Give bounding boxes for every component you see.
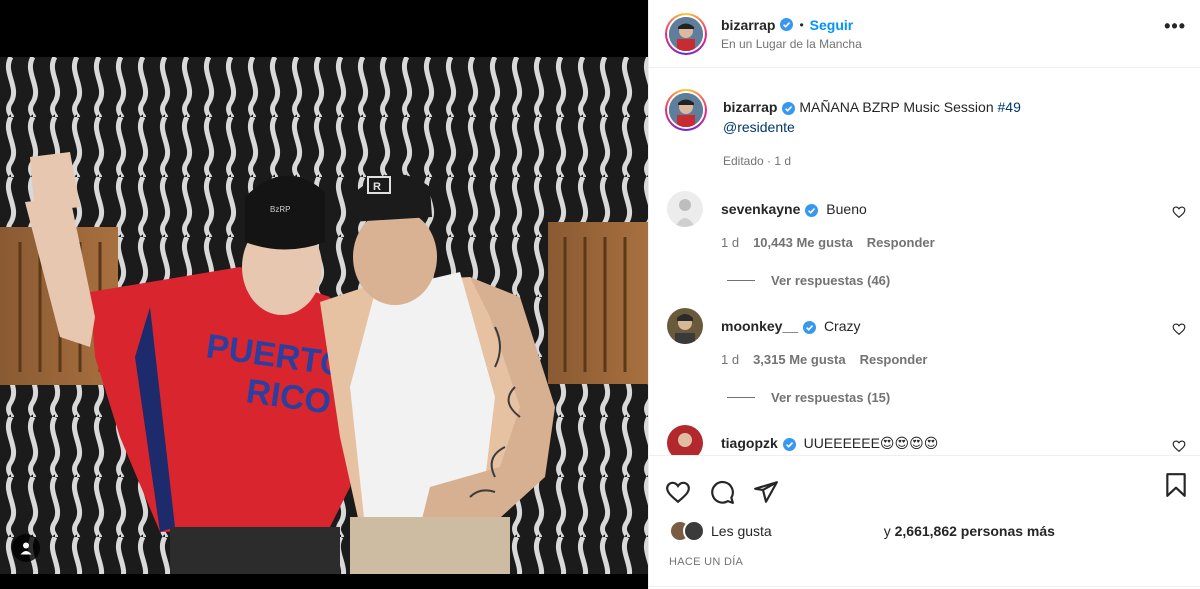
commenter-avatar[interactable] <box>667 308 703 344</box>
replies-line <box>727 280 755 281</box>
author-avatar[interactable] <box>665 12 707 55</box>
user-tag-button[interactable] <box>12 534 40 562</box>
reply-button[interactable]: Responder <box>867 233 935 253</box>
heart-icon[interactable] <box>1172 439 1186 453</box>
reply-button[interactable]: Responder <box>860 350 928 370</box>
comment-text: Bueno <box>826 201 867 217</box>
bottom-divider <box>649 586 1200 587</box>
verified-icon <box>782 437 796 451</box>
comment-icon[interactable] <box>709 479 735 505</box>
svg-text:BzRP: BzRP <box>270 205 290 214</box>
commenter-username[interactable]: moonkey__ <box>721 318 798 334</box>
save-icon[interactable] <box>1164 472 1188 498</box>
caption-meta: Editado · 1 d <box>723 154 792 168</box>
comment-time[interactable]: 1 d <box>721 233 739 253</box>
post-sidebar: bizarrap • Seguir En un Lugar de la Manc… <box>648 0 1200 589</box>
header-separator: • <box>799 17 804 32</box>
commenter-avatar[interactable] <box>667 191 703 227</box>
avatar-image <box>669 93 703 127</box>
likes-summary[interactable]: Les gusta y 2,661,862 personas más <box>649 520 1200 542</box>
svg-text:R: R <box>373 181 381 193</box>
avatar-image <box>669 16 703 51</box>
caption-mention[interactable]: @residente <box>723 119 795 135</box>
post-header: bizarrap • Seguir En un Lugar de la Manc… <box>649 0 1200 68</box>
view-replies-button[interactable]: Ver respuestas (46) <box>727 273 1200 288</box>
comment-item: sevenkayne Bueno 1 d 10,443 Me gusta Res… <box>649 191 1200 253</box>
comment-item: tiagopzk UUEEEEEE😍😍😍😍 <box>649 425 1200 455</box>
post-caption: bizarrap MAÑANA BZRP Music Session #49 @… <box>649 69 1200 171</box>
view-replies-label: Ver respuestas (46) <box>771 273 891 288</box>
post-media: PUERTO RICO BzRP R <box>0 0 648 589</box>
comment-text: Crazy <box>823 318 861 334</box>
comment-likes[interactable]: 10,443 Me gusta <box>753 233 853 253</box>
comment-likes[interactable]: 3,315 Me gusta <box>753 350 846 370</box>
user-tag-icon <box>20 542 32 555</box>
post-timestamp[interactable]: HACE UN DÍA <box>649 556 1200 568</box>
comments-list: bizarrap MAÑANA BZRP Music Session #49 @… <box>649 69 1200 455</box>
follow-button[interactable]: Seguir <box>810 17 854 33</box>
heart-icon[interactable] <box>1172 322 1186 336</box>
avatar-image <box>667 425 703 455</box>
verified-icon <box>780 18 794 31</box>
commenter-username[interactable]: sevenkayne <box>721 201 800 217</box>
view-replies-label: Ver respuestas (15) <box>771 390 891 405</box>
post-actions-area: Les gusta y 2,661,862 personas más HACE … <box>649 455 1200 589</box>
comment-text: UUEEEEEE😍😍😍😍 <box>803 435 939 451</box>
commenter-username[interactable]: tiagopzk <box>721 435 778 451</box>
caption-username[interactable]: bizarrap <box>723 99 777 115</box>
caption-text: MAÑANA BZRP Music Session <box>799 99 994 115</box>
likes-prefix: Les gusta <box>711 523 772 539</box>
verified-icon <box>782 101 796 115</box>
author-username[interactable]: bizarrap <box>721 17 775 33</box>
heart-icon[interactable] <box>665 479 691 505</box>
likes-count-value: 2,661,862 personas más <box>894 523 1055 539</box>
verified-icon <box>803 320 817 334</box>
comment-time[interactable]: 1 d <box>721 350 739 370</box>
verified-icon <box>805 203 819 217</box>
caption-hashtag[interactable]: #49 <box>998 99 1021 115</box>
view-replies-button[interactable]: Ver respuestas (15) <box>727 390 1200 405</box>
avatar-image <box>667 308 703 344</box>
post-location[interactable]: En un Lugar de la Mancha <box>721 37 862 51</box>
post-photo[interactable]: PUERTO RICO BzRP R <box>0 57 648 574</box>
likes-count[interactable]: y 2,661,862 personas más <box>884 523 1055 539</box>
commenter-avatar[interactable] <box>667 425 703 455</box>
likes-suffix: y <box>883 523 891 539</box>
avatar-image <box>667 191 703 227</box>
heart-icon[interactable] <box>1172 205 1186 219</box>
more-options-icon[interactable]: ••• <box>1164 16 1186 37</box>
replies-line <box>727 397 755 398</box>
comment-item: moonkey__ Crazy 1 d 3,315 Me gusta Respo… <box>649 308 1200 370</box>
caption-avatar[interactable] <box>665 89 707 131</box>
instagram-post: PUERTO RICO BzRP R bizarrap • Seguir En … <box>0 0 1200 589</box>
action-bar <box>649 456 1200 514</box>
photo-illustration: PUERTO RICO BzRP R <box>0 57 648 574</box>
liker-avatar <box>683 520 705 542</box>
liker-avatars <box>669 520 705 542</box>
share-icon[interactable] <box>753 479 779 505</box>
